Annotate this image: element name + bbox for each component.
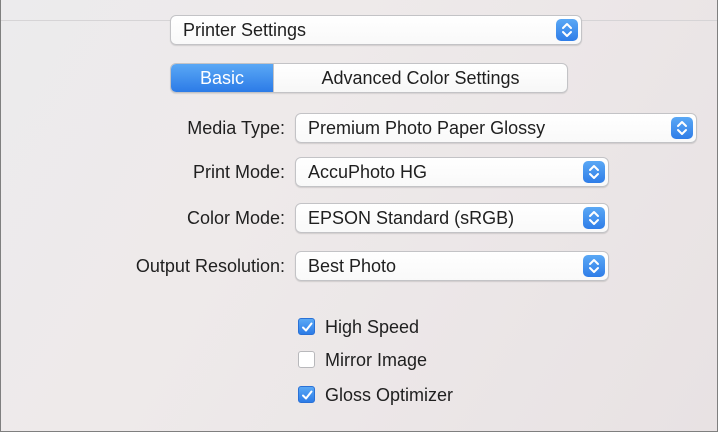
gloss-optimizer-label: Gloss Optimizer: [325, 385, 454, 405]
up-down-chevron-icon: [671, 117, 693, 139]
checkmark-icon: [302, 390, 313, 400]
gloss-optimizer-checkbox[interactable]: [298, 386, 315, 403]
mirror-image-label: Mirror Image: [325, 350, 428, 370]
media-type-label: Media Type:: [187, 118, 285, 138]
color-mode-value: EPSON Standard (sRGB): [308, 208, 515, 228]
up-down-chevron-icon: [583, 161, 605, 183]
up-down-chevron-icon: [583, 207, 605, 229]
high-speed-label: High Speed: [325, 317, 420, 337]
print-dialog-panel: Printer Settings Basic Advanced Color Se…: [0, 0, 718, 432]
color-mode-popup[interactable]: EPSON Standard (sRGB): [295, 203, 609, 233]
checkmark-icon: [302, 322, 313, 332]
output-resolution-popup[interactable]: Best Photo: [295, 251, 609, 281]
output-resolution-label: Output Resolution:: [135, 256, 285, 276]
print-mode-label: Print Mode:: [192, 162, 285, 182]
high-speed-checkbox[interactable]: [298, 318, 315, 335]
print-mode-popup[interactable]: AccuPhoto HG: [295, 157, 609, 187]
color-mode-label: Color Mode:: [186, 208, 285, 228]
tab-basic[interactable]: Basic: [171, 64, 273, 92]
section-popup[interactable]: Printer Settings: [170, 15, 582, 45]
section-popup-value: Printer Settings: [183, 20, 307, 40]
tab-bar: Basic Advanced Color Settings: [170, 63, 568, 93]
media-type-popup[interactable]: Premium Photo Paper Glossy: [295, 113, 697, 143]
print-mode-value: AccuPhoto HG: [308, 162, 428, 182]
up-down-chevron-icon: [583, 255, 605, 277]
tab-advanced-color-settings[interactable]: Advanced Color Settings: [273, 64, 567, 92]
up-down-chevron-icon: [556, 19, 578, 41]
media-type-value: Premium Photo Paper Glossy: [308, 118, 546, 138]
output-resolution-value: Best Photo: [308, 256, 397, 276]
mirror-image-checkbox[interactable]: [298, 351, 315, 368]
